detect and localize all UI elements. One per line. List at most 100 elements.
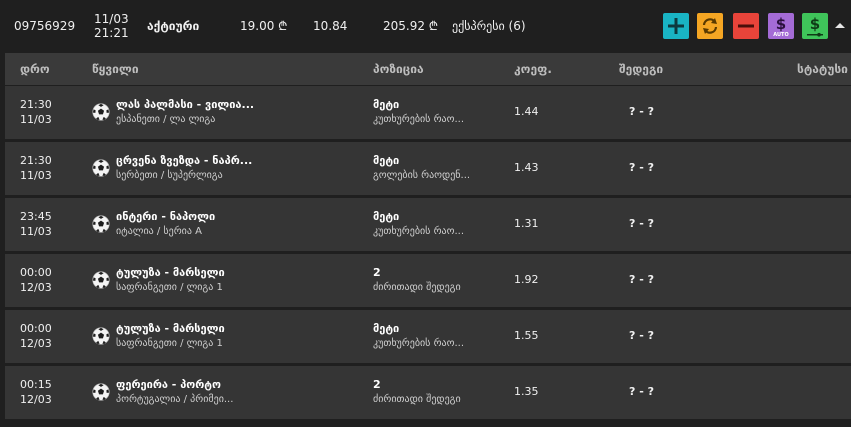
auto-label: AUTO <box>773 32 789 38</box>
position-market: გოლების რაოდენ... <box>373 170 471 181</box>
bet-date: 11/03 <box>94 12 129 26</box>
position-pick: მეტი <box>373 322 400 335</box>
bet-type: ექსპრესი (6) <box>452 19 526 33</box>
match-datetime: 21:30 11/03 <box>20 97 52 127</box>
bet-id: 09756929 <box>14 19 76 33</box>
minus-icon <box>738 24 754 28</box>
match-date: 11/03 <box>20 113 52 126</box>
position-pick: მეტი <box>373 154 400 167</box>
soccer-ball-icon <box>92 271 110 289</box>
position-pick: 2 <box>373 266 381 279</box>
bet-position: 2 ძირითადი შედეგი <box>373 377 503 407</box>
match-event[interactable]: ტულუზა - მარსელი საფრანგეთი / ლიგა 1 <box>116 265 366 295</box>
selection-coef: 1.31 <box>514 217 539 230</box>
match-date: 11/03 <box>20 169 52 182</box>
position-market: კუთხურების რაო... <box>373 226 465 237</box>
table-row: 21:30 11/03 ლას პალმასი - ვილია... ესპანეთი… <box>5 86 851 139</box>
selection-coef: 1.44 <box>514 105 539 118</box>
bet-odds: 10.84 <box>313 19 348 33</box>
match-time: 23:45 <box>20 210 52 223</box>
bet-position: 2 ძირითადი შედეგი <box>373 265 503 295</box>
match-league: საფრანგეთი / ლიგა 1 <box>116 338 223 349</box>
position-market: კუთხურების რაო... <box>373 114 465 125</box>
match-time: 00:00 <box>20 322 52 335</box>
match-datetime: 21:30 11/03 <box>20 153 52 183</box>
match-datetime: 23:45 11/03 <box>20 209 52 239</box>
table-row: 00:00 12/03 ტულუზა - მარსელი საფრანგეთი / ლ… <box>5 254 851 307</box>
match-league: სერბეთი / სუპერლიგა <box>116 170 223 181</box>
selection-result: ? - ? <box>629 329 654 342</box>
add-button[interactable] <box>663 13 689 39</box>
selection-result: ? - ? <box>629 217 654 230</box>
plus-icon <box>668 18 684 34</box>
selection-coef: 1.55 <box>514 329 539 342</box>
refresh-button[interactable] <box>697 13 723 39</box>
soccer-ball-icon <box>92 159 110 177</box>
match-teams: ტულუზა - მარსელი <box>116 322 225 335</box>
column-result: შედეგი <box>619 62 664 76</box>
selection-coef: 1.92 <box>514 273 539 286</box>
match-event[interactable]: ლას პალმასი - ვილია... ესპანეთი / ლა ლიგა <box>116 97 366 127</box>
match-date: 12/03 <box>20 393 52 406</box>
bet-position: მეტი კუთხურების რაო... <box>373 321 503 351</box>
bet-time: 21:21 <box>94 26 129 40</box>
selection-result: ? - ? <box>629 161 654 174</box>
table-header: დრო წყვილი პოზიცია კოეფ. შედეგი სტატუსი <box>5 53 851 85</box>
match-event[interactable]: ცრვენა ზვეზდა - ნაპრ... სერბეთი / სუპერლი… <box>116 153 366 183</box>
column-time: დრო <box>20 62 50 76</box>
bet-position: მეტი კუთხურების რაო... <box>373 97 503 127</box>
auto-cashout-button[interactable]: $ AUTO <box>768 13 794 39</box>
dollar-slider-icon: $ <box>807 15 823 37</box>
position-pick: 2 <box>373 378 381 391</box>
match-league: იტალია / სერია A <box>116 226 202 237</box>
table-row: 00:00 12/03 ტულუზა - მარსელი საფრანგეთი / ლ… <box>5 310 851 363</box>
selection-result: ? - ? <box>629 105 654 118</box>
selection-coef: 1.43 <box>514 161 539 174</box>
svg-text:$: $ <box>776 15 786 33</box>
refresh-icon <box>702 18 718 34</box>
position-pick: მეტი <box>373 98 400 111</box>
match-datetime: 00:00 12/03 <box>20 265 52 295</box>
match-teams: ლას პალმასი - ვილია... <box>116 98 255 111</box>
match-teams: ცრვენა ზვეზდა - ნაპრ... <box>116 154 253 167</box>
match-event[interactable]: ინტერი - ნაპოლი იტალია / სერია A <box>116 209 366 239</box>
match-time: 00:00 <box>20 266 52 279</box>
bet-position: მეტი გოლების რაოდენ... <box>373 153 503 183</box>
cashout-button[interactable]: $ <box>802 13 828 39</box>
bet-status: აქტიური <box>147 19 200 33</box>
match-date: 12/03 <box>20 281 52 294</box>
svg-text:$: $ <box>810 15 820 33</box>
match-time: 00:15 <box>20 378 52 391</box>
match-datetime: 00:15 12/03 <box>20 377 52 407</box>
selection-coef: 1.35 <box>514 385 539 398</box>
match-teams: ტულუზა - მარსელი <box>116 266 225 279</box>
column-status: სტატუსი <box>797 62 848 76</box>
bet-position: მეტი კუთხურების რაო... <box>373 209 503 239</box>
match-league: საფრანგეთი / ლიგა 1 <box>116 282 223 293</box>
table-row: 23:45 11/03 ინტერი - ნაპოლი იტალია / სერია … <box>5 198 851 251</box>
column-event: წყვილი <box>92 62 139 76</box>
selection-result: ? - ? <box>629 385 654 398</box>
position-market: კუთხურების რაო... <box>373 338 465 349</box>
collapse-chevron-icon[interactable] <box>834 20 846 30</box>
selection-result: ? - ? <box>629 273 654 286</box>
position-market: ძირითადი შედეგი <box>373 282 461 293</box>
bet-datetime: 11/03 21:21 <box>94 12 129 40</box>
match-teams: ინტერი - ნაპოლი <box>116 210 216 223</box>
match-event[interactable]: ტულუზა - მარსელი საფრანგეთი / ლიგა 1 <box>116 321 366 351</box>
position-market: ძირითადი შედეგი <box>373 394 461 405</box>
bet-summary-bar: 09756929 11/03 21:21 აქტიური 19.00 ₾ 10.… <box>0 0 851 52</box>
match-league: პორტუგალია / პრიმეი... <box>116 394 234 405</box>
soccer-ball-icon <box>92 103 110 121</box>
match-event[interactable]: ფერეირა - პორტო პორტუგალია / პრიმეი... <box>116 377 366 407</box>
soccer-ball-icon <box>92 383 110 401</box>
match-league: ესპანეთი / ლა ლიგა <box>116 114 216 125</box>
match-time: 21:30 <box>20 98 52 111</box>
table-row: 00:15 12/03 ფერეირა - პორტო პორტუგალია / პრ… <box>5 366 851 419</box>
bet-stake: 19.00 ₾ <box>240 19 288 33</box>
match-date: 12/03 <box>20 337 52 350</box>
column-coef: კოეფ. <box>514 62 552 76</box>
soccer-ball-icon <box>92 215 110 233</box>
table-row: 21:30 11/03 ცრვენა ზვეზდა - ნაპრ... სერბეთი… <box>5 142 851 195</box>
remove-button[interactable] <box>733 13 759 39</box>
